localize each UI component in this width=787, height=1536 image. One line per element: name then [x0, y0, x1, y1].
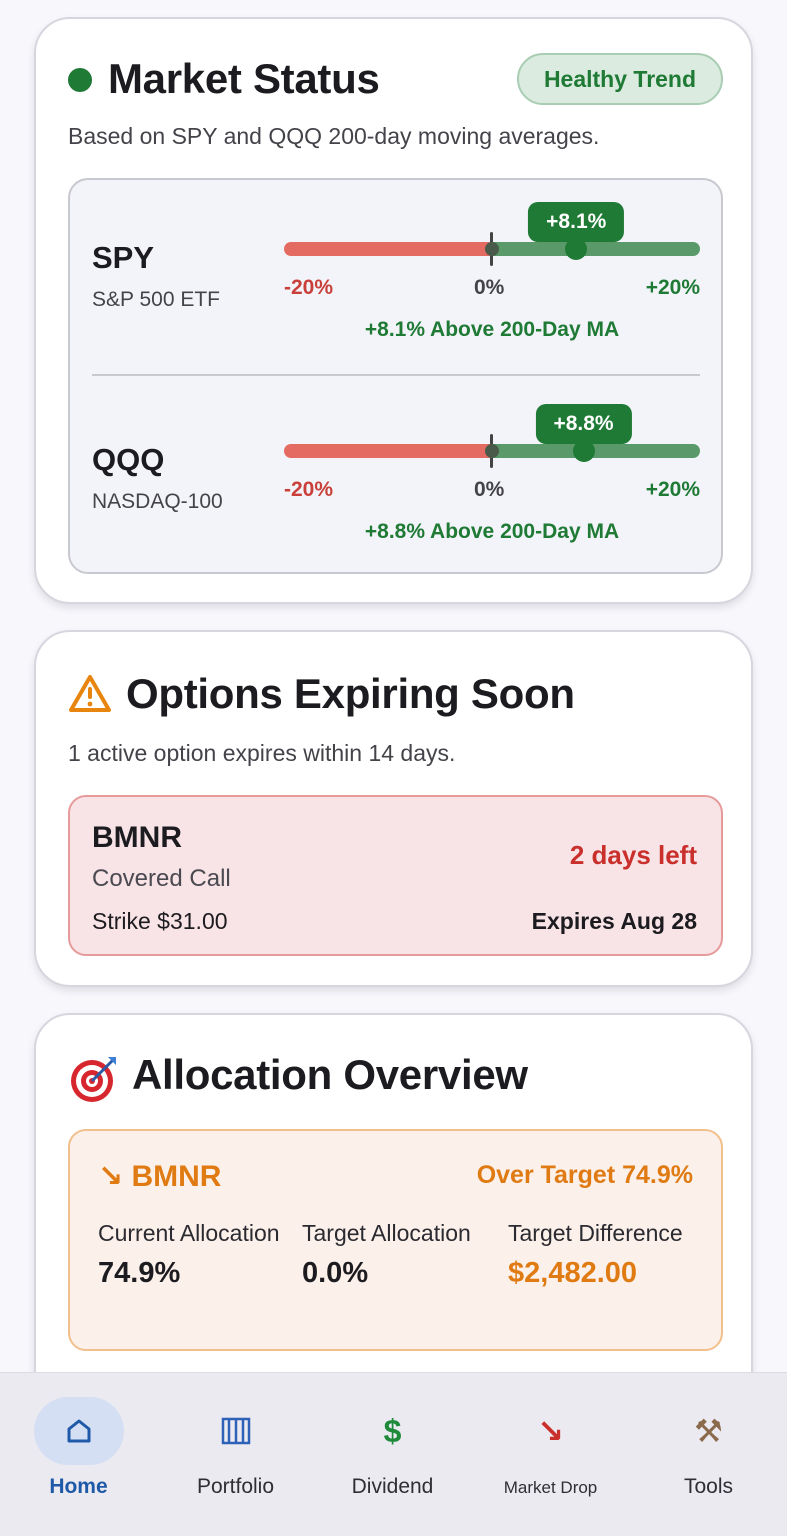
- nav-item-dividend[interactable]: $ Dividend: [314, 1373, 471, 1536]
- allocation-ticker: BMNR: [131, 1160, 222, 1193]
- market-status-subtitle: Based on SPY and QQQ 200-day moving aver…: [68, 123, 600, 149]
- gauge-min-label: -20%: [284, 478, 334, 501]
- target-icon: [71, 1057, 116, 1102]
- index-row-spy[interactable]: SPY S&P 500 ETF +8.1% -20% 0% +20% +8.1%…: [70, 202, 721, 362]
- allocation-ticker-row: ↘ BMNR: [98, 1159, 221, 1194]
- ma-gauge: +8.8% -20% 0% +20% +8.8% Above 200-Day M…: [284, 404, 700, 564]
- trend-down-icon: ↘: [98, 1160, 124, 1193]
- index-ticker: SPY: [92, 240, 155, 275]
- gauge-max-label: +20%: [645, 478, 700, 501]
- ma-gauge: +8.1% -20% 0% +20% +8.1% Above 200-Day M…: [284, 202, 700, 362]
- gauge-value-bubble: +8.8%: [535, 404, 632, 444]
- allocation-status: Over Target 74.9%: [476, 1161, 693, 1189]
- option-item[interactable]: BMNR Covered Call Strike $31.00 2 days l…: [68, 795, 723, 956]
- nav-item-portfolio[interactable]: Portfolio: [157, 1373, 314, 1536]
- option-strike: Strike $31.00: [92, 908, 228, 934]
- gauge-zero-knob: [485, 242, 499, 256]
- index-row-qqq[interactable]: QQQ NASDAQ-100 +8.8% -20% 0% +20% +8.8% …: [70, 404, 721, 564]
- gauge-min-label: -20%: [284, 276, 334, 299]
- trend-down-icon: ↘: [537, 1413, 564, 1449]
- gauge-positive-bar: [492, 242, 700, 256]
- healthy-trend-badge: Healthy Trend: [517, 53, 723, 105]
- ma-status-text: +8.1% Above 200-Day MA: [364, 318, 620, 341]
- warning-icon: [69, 675, 111, 712]
- home-icon: [67, 1419, 90, 1443]
- option-ticker: BMNR: [92, 821, 182, 854]
- nav-label-market-drop: Market Drop: [503, 1478, 598, 1497]
- index-name: S&P 500 ETF: [92, 288, 221, 311]
- bottom-navigation: Home Portfolio $ Dividend ↘ Market Drop …: [0, 1372, 787, 1536]
- option-days-left: 2 days left: [569, 840, 697, 870]
- market-status-card: Market Status Healthy Trend Based on SPY…: [34, 17, 753, 604]
- options-expiring-card: Options Expiring Soon 1 active option ex…: [34, 630, 753, 987]
- gauge-max-label: +20%: [645, 276, 700, 299]
- nav-item-home[interactable]: Home: [0, 1373, 157, 1536]
- gauge-negative-bar: [284, 242, 492, 256]
- dollar-icon: $: [383, 1412, 402, 1449]
- tools-icon: ⚒: [694, 1413, 723, 1449]
- target-difference-label: Target Difference: [508, 1220, 683, 1246]
- nav-item-market-drop[interactable]: ↘ Market Drop: [472, 1373, 629, 1536]
- allocation-title: Allocation Overview: [132, 1051, 528, 1098]
- allocation-item[interactable]: ↘ BMNR Over Target 74.9% Current Allocat…: [68, 1129, 723, 1351]
- options-title: Options Expiring Soon: [126, 670, 575, 717]
- market-status-title: Market Status: [108, 55, 380, 102]
- options-subtitle: 1 active option expires within 14 days.: [68, 740, 456, 766]
- target-difference-column: Target Difference $2,482.00: [508, 1217, 698, 1290]
- ma-status-text: +8.8% Above 200-Day MA: [364, 520, 620, 543]
- option-expiry: Expires Aug 28: [531, 908, 697, 934]
- portfolio-icon: [221, 1417, 250, 1445]
- gauge-zero-knob: [485, 444, 499, 458]
- current-allocation-value: 74.9%: [98, 1257, 181, 1289]
- target-allocation-label: Target Allocation: [302, 1220, 471, 1246]
- nav-item-tools[interactable]: ⚒ Tools: [630, 1373, 787, 1536]
- index-name: NASDAQ-100: [92, 490, 223, 513]
- gauge-negative-bar: [284, 444, 492, 458]
- gauge-positive-bar: [492, 444, 700, 458]
- gauge-zero-label: 0%: [474, 276, 505, 299]
- option-type: Covered Call: [92, 865, 231, 892]
- index-divider: [92, 374, 700, 376]
- target-difference-value: $2,482.00: [508, 1257, 638, 1289]
- gauge-zero-label: 0%: [474, 478, 505, 501]
- target-allocation-column: Target Allocation 0.0%: [302, 1217, 492, 1290]
- nav-label-tools: Tools: [683, 1475, 734, 1498]
- current-allocation-column: Current Allocation 74.9%: [98, 1217, 288, 1290]
- nav-label-portfolio: Portfolio: [196, 1475, 275, 1498]
- index-panel: SPY S&P 500 ETF +8.1% -20% 0% +20% +8.1%…: [68, 178, 723, 574]
- nav-label-dividend: Dividend: [351, 1475, 434, 1498]
- allocation-overview-card: Allocation Overview ↘ BMNR Over Target 7…: [34, 1013, 753, 1433]
- index-ticker: QQQ: [92, 442, 165, 477]
- nav-label-home: Home: [49, 1475, 108, 1498]
- current-allocation-label: Current Allocation: [98, 1220, 280, 1246]
- status-dot-icon: [68, 68, 92, 92]
- target-allocation-value: 0.0%: [302, 1257, 369, 1289]
- gauge-value-bubble: +8.1%: [528, 202, 625, 242]
